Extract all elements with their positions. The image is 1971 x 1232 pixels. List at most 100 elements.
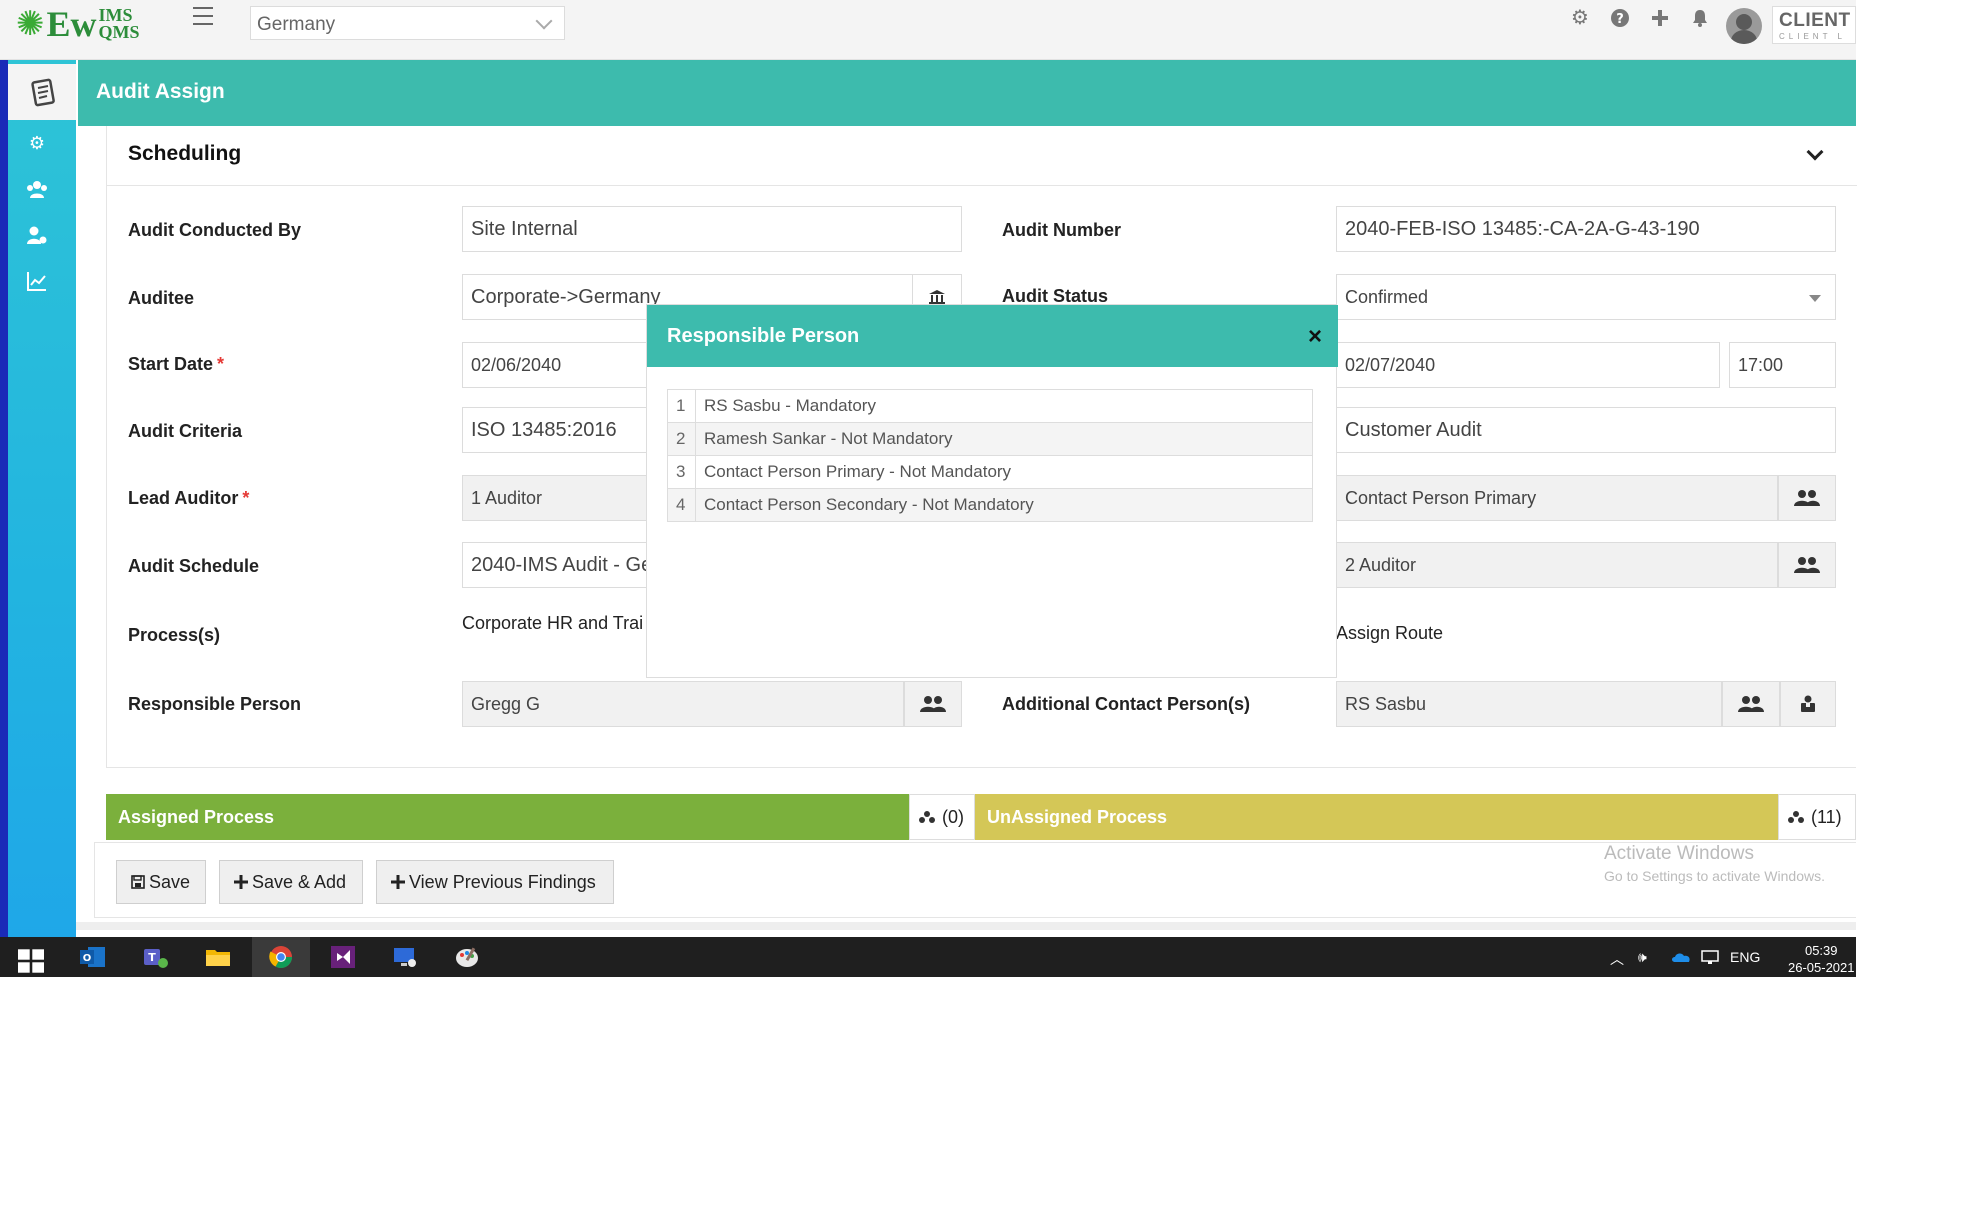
chevron-down-icon[interactable] <box>1806 143 1824 161</box>
left-sidebar: ⚙ <box>0 60 76 940</box>
audit-type-field[interactable]: Customer Audit <box>1336 407 1836 453</box>
caret-down-icon <box>1809 295 1821 302</box>
table-row[interactable]: 1 RS Sasbu - Mandatory <box>667 389 1313 423</box>
auditee-label: Auditee <box>128 288 195 308</box>
sidebar-group-icon[interactable] <box>26 178 48 200</box>
users-icon <box>1738 696 1764 712</box>
notification-bell-icon[interactable] <box>1690 8 1710 28</box>
auditor-picker-button[interactable] <box>1778 542 1836 588</box>
audit-conducted-by-label: Audit Conducted By <box>128 220 301 240</box>
outlook-icon[interactable]: O <box>80 945 106 969</box>
lead-auditor-label: Lead Auditor * <box>128 488 249 509</box>
audit-type-value: Customer Audit <box>1345 419 1482 441</box>
svg-text:T: T <box>148 951 156 964</box>
activate-windows-title: Activate Windows <box>1604 843 1754 864</box>
assigned-process-label: Assigned Process <box>118 807 275 827</box>
teams-icon[interactable]: T <box>142 945 168 969</box>
audit-conducted-by-field[interactable]: Site Internal <box>462 206 962 252</box>
view-previous-findings-button[interactable]: View Previous Findings <box>376 860 614 904</box>
location-select[interactable]: Germany <box>250 6 565 40</box>
clipboard-icon <box>31 78 55 107</box>
visual-studio-icon[interactable] <box>330 945 356 969</box>
assigned-process-bar[interactable]: Assigned Process <box>106 794 909 840</box>
top-navbar: ✺ Ew IMS QMS Germany ⚙ ? CLIENT CLIENT L <box>0 0 1856 60</box>
assign-route-link[interactable]: Assign Route <box>1336 623 1443 644</box>
required-mark: * <box>217 354 225 374</box>
table-row[interactable]: 2 Ramesh Sankar - Not Mandatory <box>667 422 1313 456</box>
responsible-person-picker-button[interactable] <box>904 681 962 727</box>
bank-icon <box>929 290 945 304</box>
unassigned-process-bar[interactable]: UnAssigned Process <box>975 794 1778 840</box>
plus-icon <box>234 875 248 889</box>
network-icon[interactable] <box>1700 949 1720 965</box>
flower-logo-icon: ✺ <box>16 5 45 43</box>
additional-contact-detail-button[interactable] <box>1780 681 1836 727</box>
end-time-field[interactable]: 17:00 <box>1729 342 1836 388</box>
svg-text:O: O <box>83 953 92 964</box>
row-number: 1 <box>667 389 696 423</box>
content-bottom-border <box>76 922 1856 930</box>
users-icon <box>1794 557 1820 573</box>
tray-chevron-up-icon[interactable]: ︿ <box>1610 949 1624 969</box>
additional-contact-label: Additional Contact Person(s) <box>1002 694 1251 714</box>
view-previous-findings-label: View Previous Findings <box>409 871 596 892</box>
unassigned-process-count[interactable]: (11) <box>1778 794 1856 840</box>
windows-taskbar: O T ︿ 🕪 ENG 05:39 26-05-2021 <box>0 937 1856 977</box>
user-avatar[interactable] <box>1726 8 1762 44</box>
start-date-label: Start Date * <box>128 354 224 375</box>
menu-toggle-icon[interactable] <box>193 7 213 25</box>
row-person: RS Sasbu - Mandatory <box>695 389 1313 423</box>
auditee-value: Corporate->Germany <box>471 286 661 308</box>
logo-text: Ew <box>46 4 97 44</box>
client-subtitle: CLIENT L <box>1779 32 1846 41</box>
additional-contact-field[interactable]: RS Sasbu <box>1336 681 1722 727</box>
sidebar-user-settings-icon[interactable] <box>26 224 48 246</box>
sidebar-settings-icon[interactable]: ⚙ <box>26 132 48 154</box>
volume-icon[interactable]: 🕪 <box>1638 949 1647 966</box>
table-row[interactable]: 3 Contact Person Primary - Not Mandatory <box>667 455 1313 489</box>
row-number: 3 <box>667 455 696 489</box>
audit-number-field[interactable]: 2040-FEB-ISO 13485:-CA-2A-G-43-190 <box>1336 206 1836 252</box>
chevron-down-icon <box>535 12 553 30</box>
additional-contact-picker-button[interactable] <box>1722 681 1780 727</box>
sitemap-icon <box>1788 811 1804 823</box>
responsible-person-field[interactable]: Gregg G <box>462 681 904 727</box>
assigned-process-count[interactable]: (0) <box>909 794 975 840</box>
sidebar-chart-icon[interactable] <box>26 270 48 292</box>
windows-start-icon[interactable] <box>18 949 44 973</box>
clock-date: 26-05-2021 <box>1788 960 1855 975</box>
logo-qms: QMS <box>98 22 140 42</box>
file-explorer-icon[interactable] <box>205 945 231 969</box>
add-icon[interactable] <box>1650 8 1670 28</box>
paint-icon[interactable] <box>454 945 480 969</box>
sidebar-item-audit[interactable] <box>8 64 76 120</box>
assigned-count-value: (0) <box>942 806 964 827</box>
contact-person-picker-button[interactable] <box>1778 475 1836 521</box>
close-icon[interactable]: × <box>1308 323 1322 351</box>
auditor-field[interactable]: 2 Auditor <box>1336 542 1778 588</box>
client-name: CLIENT L <box>1779 10 1855 31</box>
auditor-value: 2 Auditor <box>1345 555 1417 575</box>
save-disk-icon <box>131 875 145 889</box>
clock-time: 05:39 <box>1804 943 1838 958</box>
client-name-box[interactable]: CLIENT L CLIENT L <box>1772 6 1856 44</box>
app-logo[interactable]: ✺ Ew IMS QMS <box>16 4 140 44</box>
settings-gear-icon[interactable]: ⚙ <box>1570 8 1590 28</box>
row-person: Contact Person Secondary - Not Mandatory <box>695 488 1313 522</box>
audit-status-select[interactable]: Confirmed <box>1336 274 1836 320</box>
taskbar-clock[interactable]: 05:39 26-05-2021 <box>1788 942 1855 976</box>
save-and-add-button[interactable]: Save & Add <box>219 860 363 904</box>
onedrive-cloud-icon[interactable] <box>1670 951 1692 963</box>
audit-criteria-value: ISO 13485:2016 <box>471 419 617 441</box>
help-icon[interactable]: ? <box>1610 8 1630 28</box>
remote-desktop-icon[interactable] <box>392 945 418 969</box>
table-row[interactable]: 4 Contact Person Secondary - Not Mandator… <box>667 488 1313 522</box>
chrome-icon[interactable] <box>268 945 294 969</box>
language-indicator[interactable]: ENG <box>1730 949 1760 965</box>
save-button[interactable]: Save <box>116 860 206 904</box>
required-mark: * <box>242 488 250 508</box>
plus-icon <box>391 875 405 889</box>
scheduling-header[interactable]: Scheduling <box>107 126 1857 186</box>
contact-person-field[interactable]: Contact Person Primary <box>1336 475 1778 521</box>
end-date-field[interactable]: 02/07/2040 <box>1336 342 1720 388</box>
